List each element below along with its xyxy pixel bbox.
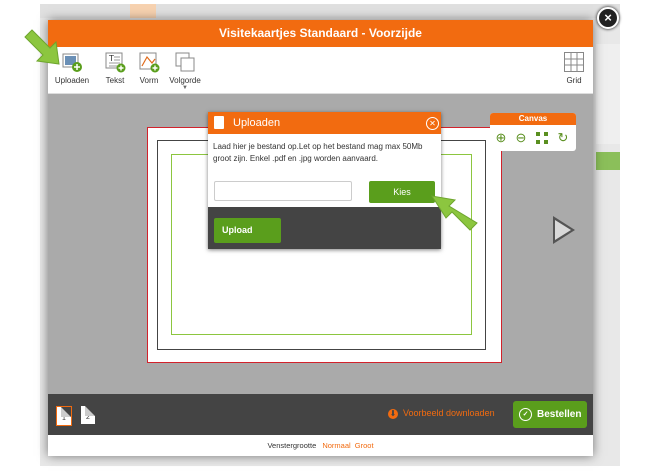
- pointer-arrow-icon: [24, 29, 60, 65]
- pointer-arrow-icon: [430, 195, 478, 231]
- pointer-arrows-overlay: [24, 29, 478, 231]
